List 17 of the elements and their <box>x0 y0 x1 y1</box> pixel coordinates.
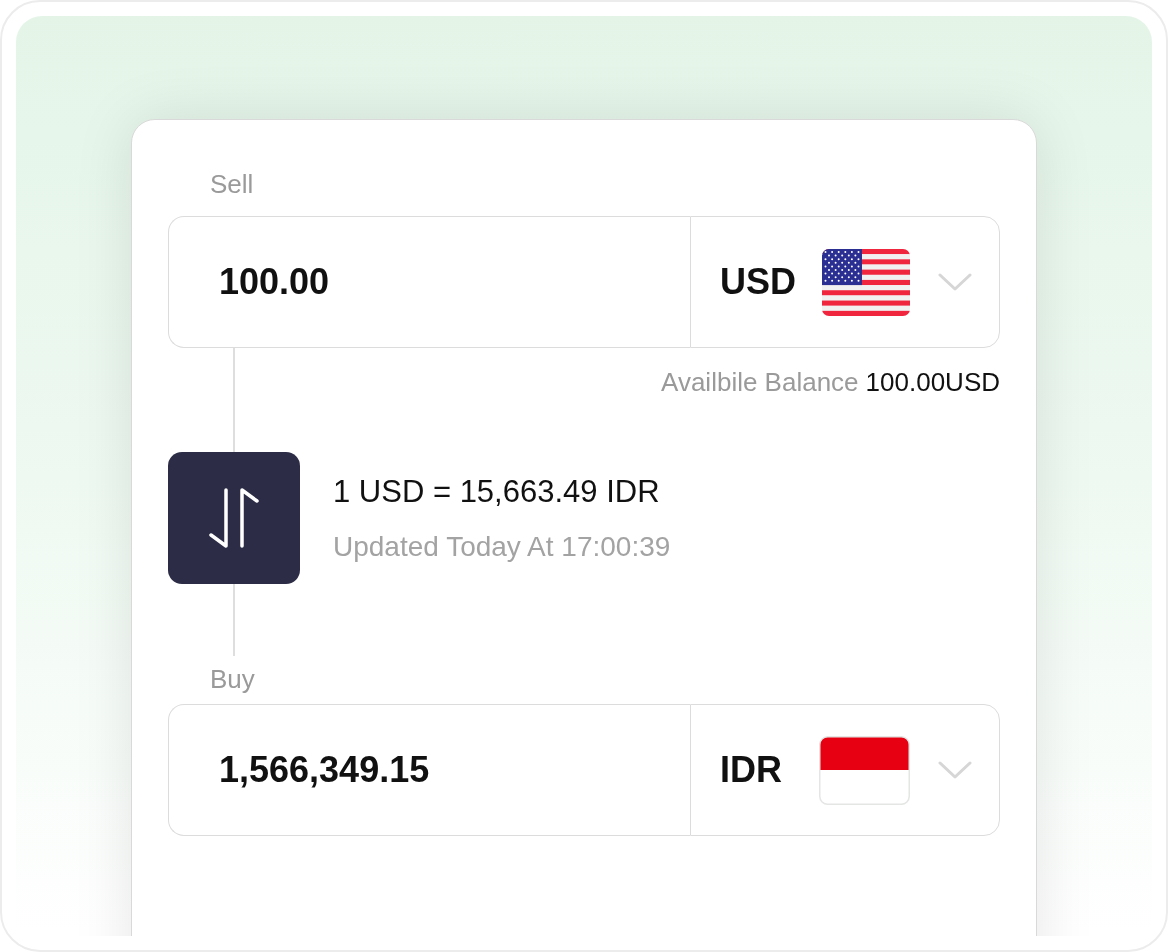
chevron-down-icon <box>938 761 972 779</box>
currency-dropdown[interactable]: USD <box>690 216 1000 348</box>
us-flag-icon <box>822 248 910 316</box>
updated-time: Updated Today At 17:00:39 <box>333 531 671 563</box>
swap-arrows-icon <box>208 487 260 549</box>
exchange-rate: 1 USD = 15,663.49 IDR <box>333 476 660 508</box>
chevron-down-icon <box>938 273 972 291</box>
balance-label: Availbile Balance <box>661 370 859 394</box>
currency-dropdown[interactable]: IDR <box>690 704 1000 836</box>
sell-label: Sell <box>210 168 254 200</box>
amount-input[interactable]: 100.00 <box>168 216 690 348</box>
buy-label: Buy <box>210 663 255 695</box>
swap-button[interactable] <box>168 452 300 584</box>
connector-line <box>233 584 235 656</box>
indonesia-flag-icon <box>819 735 910 805</box>
amount-input[interactable]: 1,566,349.15 <box>168 704 690 836</box>
balance-value: 100.00USD <box>865 370 1000 394</box>
